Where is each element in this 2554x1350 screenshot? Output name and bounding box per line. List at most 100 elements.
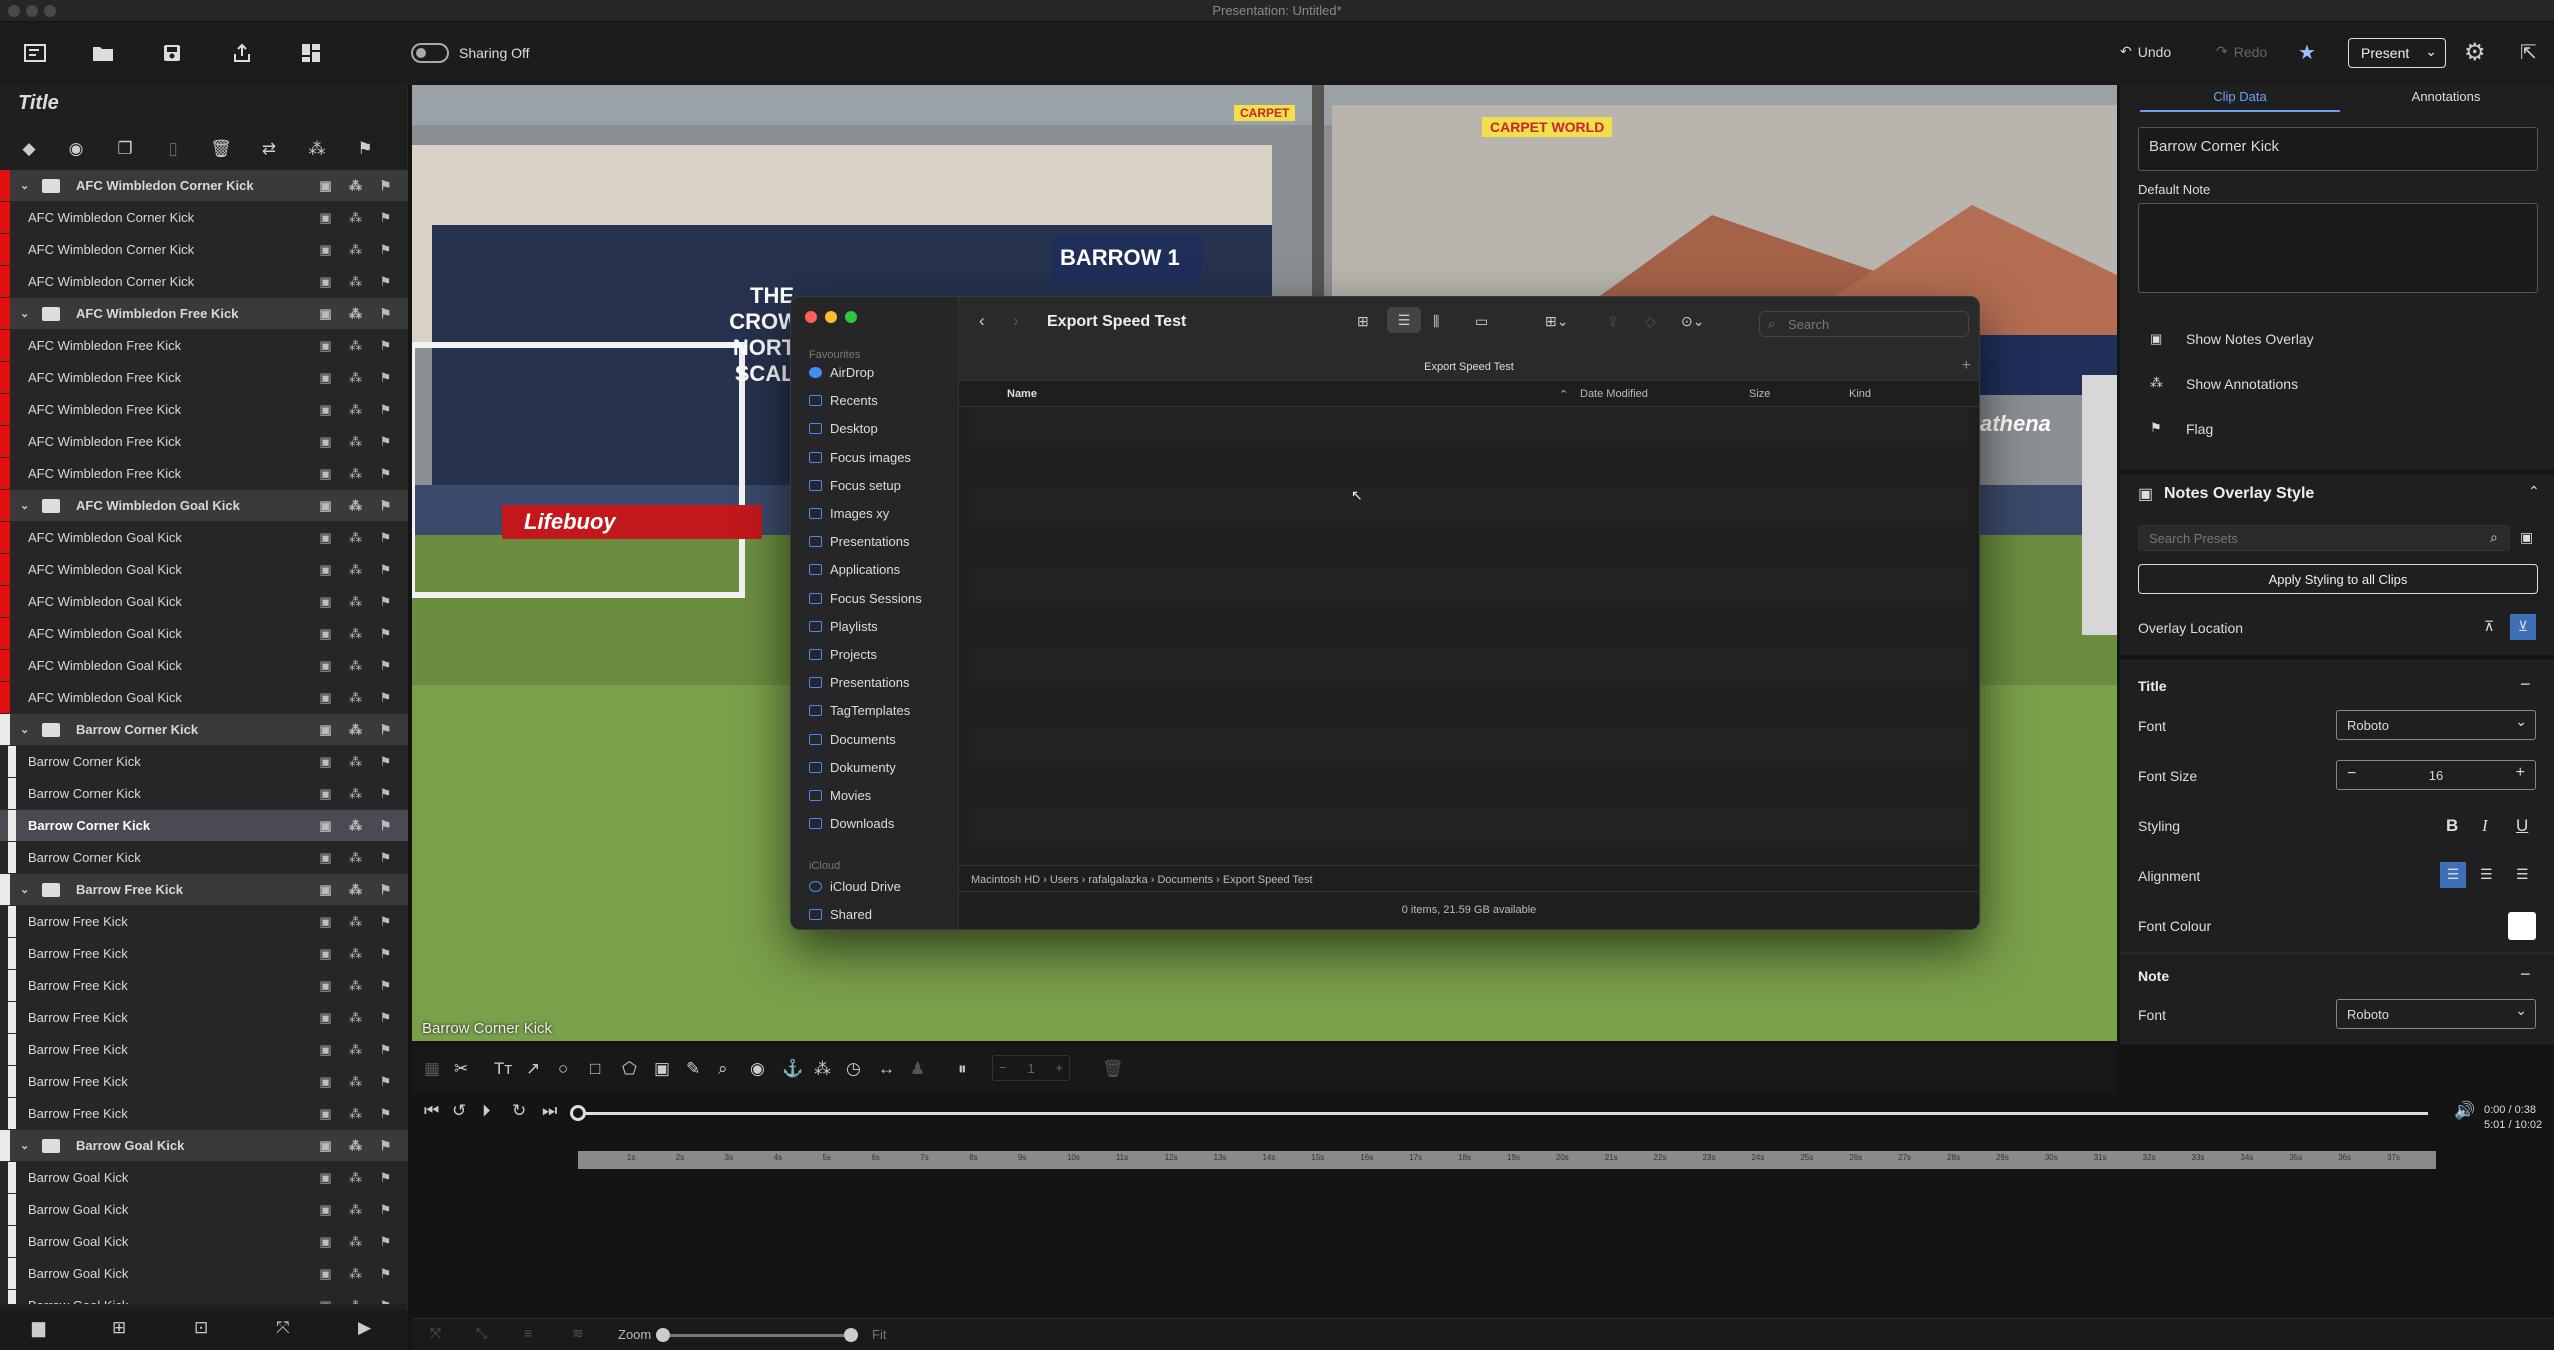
annotations-icon[interactable]: ⁂ [347,210,364,226]
notes-icon[interactable]: ▣ [317,850,334,866]
finder-file-list[interactable] [969,407,1969,887]
playhead-handle[interactable] [570,1105,586,1121]
volume-icon[interactable]: 🔊 [2454,1101,2475,1121]
sidebar-item-presentations[interactable]: Presentations [809,534,910,549]
notes-icon[interactable]: ▣ [317,338,334,354]
annotations-icon[interactable]: ⁂ [347,754,364,770]
align-icon[interactable]: ≡ [524,1325,532,1341]
undo-button[interactable]: ↶ Undo [2120,43,2171,60]
bold-icon[interactable]: B [2446,816,2458,836]
clip-row[interactable]: AFC Wimbledon Free Kick ▣ ⁂ ⚑ [0,426,408,458]
notes-icon[interactable]: ▣ [317,178,334,194]
circle-icon[interactable]: ○ [558,1059,568,1079]
notes-icon[interactable]: ▣ [317,818,334,834]
notes-icon[interactable]: ▣ [317,562,334,578]
annotations-icon[interactable]: ⁂ [347,1010,364,1026]
note-font-select[interactable]: Roboto [2336,999,2536,1029]
annotations-icon[interactable]: ⁂ [347,402,364,418]
fit-label[interactable]: Fit [872,1327,886,1342]
image-icon[interactable]: ▣ [654,1059,670,1079]
annotations-icon[interactable]: ⁂ [347,466,364,482]
annotations-icon[interactable]: ⁂ [347,1074,364,1090]
network-icon[interactable]: ⁂ [306,138,328,160]
clip-row[interactable]: AFC Wimbledon Free Kick ▣ ⁂ ⚑ [0,394,408,426]
polygon-icon[interactable]: ⬠ [622,1059,637,1079]
flag-icon[interactable]: ⚑ [377,1170,394,1186]
add-clip-icon[interactable]: ⊞ [112,1318,126,1338]
annotations-icon[interactable]: ⁂ [347,178,364,194]
column-kind[interactable]: Kind [1849,388,1871,400]
flag-icon[interactable]: ⚑ [377,1106,394,1122]
notes-icon[interactable]: ▣ [317,530,334,546]
flag-icon[interactable]: ⚑ [377,946,394,962]
clip-row[interactable]: Barrow Goal Kick ▣ ⁂ ⚑ [0,1226,408,1258]
annotations-icon[interactable]: ⁂ [347,1202,364,1218]
highlight-icon[interactable]: ✎ [686,1059,700,1079]
clip-row[interactable]: Barrow Goal Kick ▣ ⁂ ⚑ [0,1194,408,1226]
notes-icon[interactable]: ▣ [317,1138,334,1154]
align-left-icon[interactable]: ☰ [2440,862,2466,888]
breadcrumb-item[interactable]: Users [1050,874,1079,886]
magnifier-icon[interactable]: ⌕ [718,1059,728,1079]
chevron-down-icon[interactable]: ⌄ [20,883,29,896]
waveform-icon[interactable]: ≋ [572,1325,584,1342]
folder-icon[interactable]: ▆ [32,1318,45,1338]
annotations-icon[interactable]: ⁂ [347,306,364,322]
play-icon[interactable]: ⏵ [482,1101,491,1121]
flag-icon[interactable]: ⚑ [377,818,394,834]
flag-icon[interactable]: ⚑ [377,786,394,802]
clip-row[interactable]: Barrow Corner Kick ▣ ⁂ ⚑ [0,778,408,810]
sidebar-item-dokumenty[interactable]: Dokumenty [809,760,896,775]
annotations-icon[interactable]: ⁂ [347,850,364,866]
paste-icon[interactable]: ▯ [162,138,184,160]
clip-row[interactable]: Barrow Corner Kick ▣ ⁂ ⚑ [0,810,408,842]
chevron-down-icon[interactable]: ⌄ [20,499,29,512]
annotations-icon[interactable]: ⁂ [347,658,364,674]
notes-icon[interactable]: ▣ [317,1074,334,1090]
clip-row[interactable]: Barrow Goal Kick ▣ ⁂ ⚑ [0,1290,408,1304]
video-camera-icon[interactable]: ▶ [358,1318,371,1338]
notes-icon[interactable]: ▣ [317,658,334,674]
group-icon[interactable]: ⊞⌄ [1545,313,1568,330]
replace-icon[interactable]: ⇄ [258,138,280,160]
clip-row[interactable]: Barrow Free Kick ▣ ⁂ ⚑ [0,1098,408,1130]
clip-name-input[interactable]: Barrow Corner Kick [2138,127,2538,171]
sidebar-item-recents[interactable]: Recents [809,393,878,408]
tab-annotations[interactable]: Annotations [2346,89,2546,104]
skip-forward-icon[interactable]: ⏭ [542,1101,557,1121]
flag-icon[interactable]: ⚑ [2150,420,2162,436]
chevron-down-icon[interactable]: ⌄ [20,179,29,192]
clip-row[interactable]: Barrow Free Kick ▣ ⁂ ⚑ [0,970,408,1002]
note-collapse-icon[interactable]: − [2520,964,2531,985]
clip-group-row[interactable]: ⌄ AFC Wimbledon Free Kick ▣ ⁂ ⚑ [0,298,408,330]
clip-row[interactable]: AFC Wimbledon Goal Kick ▣ ⁂ ⚑ [0,650,408,682]
new-presentation-icon[interactable] [20,38,50,68]
notes-icon[interactable]: ▣ [317,754,334,770]
breadcrumb-item[interactable]: Export Speed Test [1223,874,1313,886]
flag-icon[interactable]: ⚑ [377,754,394,770]
clip-row[interactable]: Barrow Free Kick ▣ ⁂ ⚑ [0,906,408,938]
sidebar-item-airdrop[interactable]: AirDrop [809,365,874,380]
chevron-down-icon[interactable]: ⌄ [20,1139,29,1152]
breadcrumb-item[interactable]: Macintosh HD [971,874,1040,886]
column-size[interactable]: Size [1749,388,1770,400]
annotations-icon[interactable]: ⁂ [347,690,364,706]
collapse-icon[interactable]: ⌃ [2528,483,2540,500]
breadcrumb-item[interactable]: rafalgalazka [1088,874,1147,886]
clip-row[interactable]: Barrow Goal Kick ▣ ⁂ ⚑ [0,1162,408,1194]
flag-icon[interactable]: ⚑ [377,658,394,674]
font-colour-swatch[interactable] [2508,912,2536,940]
pause-annotation-icon[interactable]: ⏸ [958,1059,967,1079]
flag-icon[interactable]: ⚑ [377,274,394,290]
column-view-icon[interactable]: ⫼ [1433,313,1439,330]
clip-row[interactable]: AFC Wimbledon Goal Kick ▣ ⁂ ⚑ [0,554,408,586]
clip-row[interactable]: AFC Wimbledon Corner Kick ▣ ⁂ ⚑ [0,202,408,234]
flag-icon[interactable]: ⚑ [377,178,394,194]
sidebar-item-focus-images[interactable]: Focus images [809,450,911,465]
sharing-toggle[interactable] [411,43,449,63]
sidebar-item-movies[interactable]: Movies [809,788,871,803]
text-icon[interactable]: Tт [494,1059,512,1079]
share-export-icon[interactable] [227,38,257,68]
chevron-down-icon[interactable]: ⌄ [20,723,29,736]
breadcrumb-item[interactable]: Documents [1157,874,1213,886]
